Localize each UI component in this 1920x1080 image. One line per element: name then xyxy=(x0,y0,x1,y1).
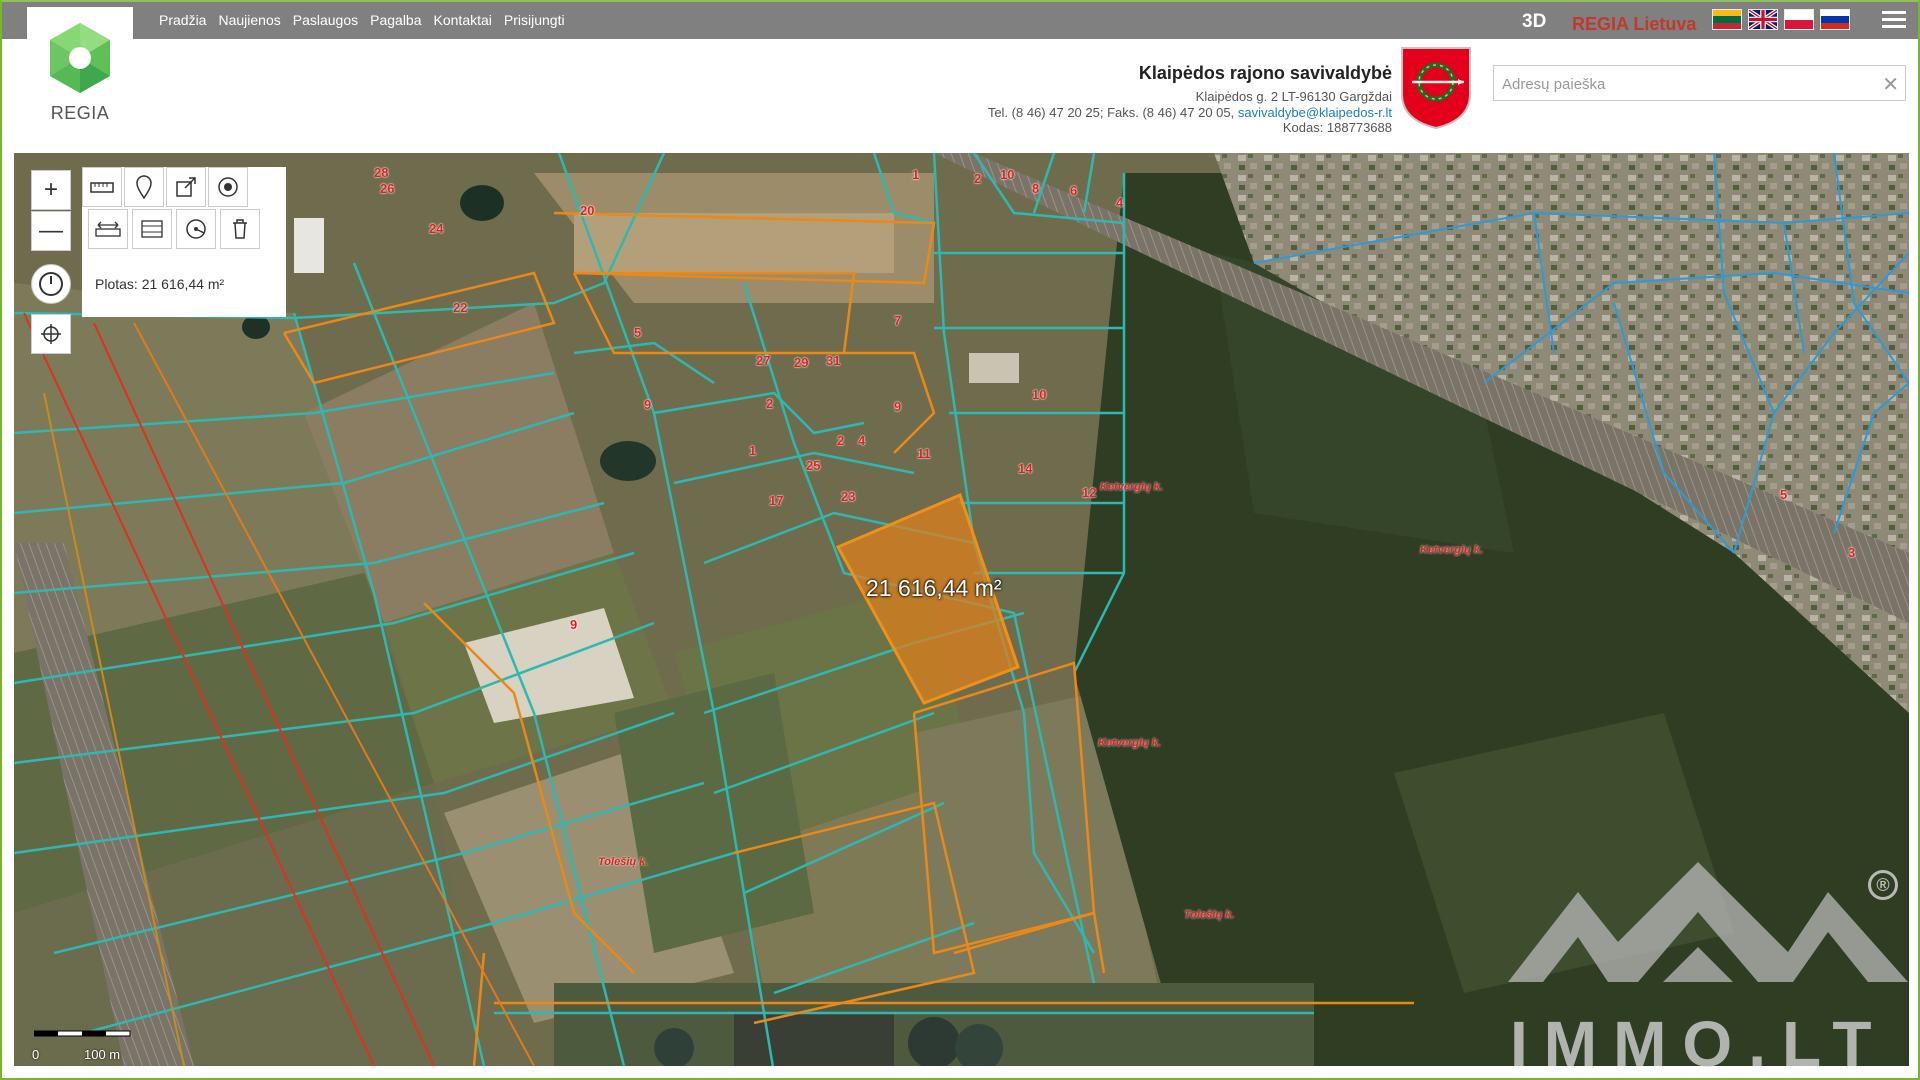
parcel-number: 5 xyxy=(1780,487,1788,502)
parcel-number: 20 xyxy=(580,203,595,218)
parcel-number: 7 xyxy=(894,313,902,328)
place-name: Ketvergių k. xyxy=(1100,481,1163,493)
parcel-number: 23 xyxy=(841,489,856,504)
parcel-number: 1 xyxy=(912,167,920,182)
parcel-number: 8 xyxy=(1032,181,1040,196)
nav-item-prisijungti[interactable]: Prisijungti xyxy=(504,12,565,28)
parcel-number: 4 xyxy=(1116,195,1124,210)
scale-start: 0 xyxy=(32,1047,40,1062)
parcel-number: 5 xyxy=(634,325,642,340)
share-icon[interactable] xyxy=(166,167,206,207)
selected-area-label: 21 616,44 m² xyxy=(866,575,1002,601)
zoom-in-button[interactable]: + xyxy=(31,170,71,210)
regia-logo-icon xyxy=(50,23,110,93)
point-icon[interactable] xyxy=(208,167,248,207)
parcel-number: 10 xyxy=(1000,167,1015,182)
gb-flag-icon[interactable] xyxy=(1748,9,1778,30)
crosshair-icon[interactable] xyxy=(31,314,71,354)
logo-text: REGIA xyxy=(50,103,110,123)
parcel-number: 27 xyxy=(756,353,771,368)
main-nav: Pradžia Naujienos Paslaugos Pagalba Kont… xyxy=(159,12,565,28)
parcel-number: 11 xyxy=(917,446,931,461)
measure-distance-icon[interactable] xyxy=(88,209,128,249)
scale-end: 100 m xyxy=(84,1047,121,1062)
parcel-number: 29 xyxy=(794,355,809,370)
regia-logo[interactable]: REGIA xyxy=(27,7,133,135)
parcel-number: 25 xyxy=(806,458,821,473)
municipality-contacts: Tel. (8 46) 47 20 25; Faks. (8 46) 47 20… xyxy=(988,105,1392,120)
parcel-number: 9 xyxy=(570,617,578,632)
map-pin-icon[interactable] xyxy=(124,167,164,207)
municipality-address: Klaipėdos g. 2 LT-96130 Gargždai xyxy=(1195,89,1392,104)
municipality-title: Klaipėdos rajono savivaldybė xyxy=(1138,63,1392,83)
parcel-number: 1 xyxy=(749,443,757,458)
nav-item-pradzia[interactable]: Pradžia xyxy=(159,12,206,28)
place-name: Tolešių k. xyxy=(1184,909,1235,921)
place-name: Tolešių k. xyxy=(598,856,649,868)
nav-item-paslaugos[interactable]: Paslaugos xyxy=(293,12,358,28)
nav-item-pagalba[interactable]: Pagalba xyxy=(370,12,421,28)
parcel-number: 12 xyxy=(1082,485,1097,500)
phone-fax-text: Tel. (8 46) 47 20 25; Faks. (8 46) 47 20… xyxy=(987,105,1235,120)
parcel-number: 2 xyxy=(974,171,982,186)
nav-item-kontaktai[interactable]: Kontaktai xyxy=(434,12,492,28)
nav-item-naujienos[interactable]: Naujienos xyxy=(218,12,280,28)
registered-mark: ® xyxy=(1868,870,1898,900)
parcel-number: 28 xyxy=(374,165,389,180)
place-name: Ketvergių k. xyxy=(1420,544,1483,556)
email-link[interactable]: savivaldybe@klaipedos-r.lt xyxy=(1238,105,1392,120)
parcel-number: 2 xyxy=(837,433,845,448)
parcel-number: 22 xyxy=(453,300,468,315)
lt-flag-icon[interactable] xyxy=(1712,9,1742,30)
trash-icon[interactable] xyxy=(220,209,260,249)
address-search[interactable]: ✕ xyxy=(1493,65,1906,102)
ruler-icon[interactable] xyxy=(82,167,122,207)
parcel-number: 4 xyxy=(858,433,866,448)
parcel-number: 9 xyxy=(644,397,652,412)
parcel-number: 31 xyxy=(826,353,841,368)
municipality-code: Kodas: 188773688 xyxy=(1282,120,1392,135)
parcel-number: 24 xyxy=(429,221,444,236)
parcel-number: 10 xyxy=(1032,387,1047,402)
coat-of-arms-icon xyxy=(1401,47,1471,130)
pl-flag-icon[interactable] xyxy=(1784,9,1814,30)
parcel-number: 14 xyxy=(1018,461,1033,476)
measure-area-icon[interactable] xyxy=(132,209,172,249)
ru-flag-icon[interactable] xyxy=(1820,9,1850,30)
parcel-number: 3 xyxy=(1848,545,1856,560)
parcel-number: 2 xyxy=(766,396,774,411)
3d-button[interactable]: 3D xyxy=(1522,11,1546,33)
history-icon[interactable] xyxy=(31,264,71,304)
regia-country-link[interactable]: REGIA Lietuva xyxy=(1572,14,1696,35)
clear-icon[interactable]: ✕ xyxy=(1882,72,1899,97)
parcel-number: 26 xyxy=(380,181,395,196)
hamburger-icon[interactable] xyxy=(1882,11,1906,31)
app-frame: REGIA Pradžia Naujienos Paslaugos Pagalb… xyxy=(0,0,1920,1080)
search-input[interactable] xyxy=(1494,66,1864,102)
zoom-out-button[interactable]: — xyxy=(31,211,71,251)
scale-bar xyxy=(34,1030,131,1037)
parcel-number: 17 xyxy=(769,493,784,508)
parcel-number: 9 xyxy=(894,399,902,414)
area-measurement: Plotas: 21 616,44 m² xyxy=(95,276,225,292)
place-name: Ketvergių k. xyxy=(1098,737,1161,749)
watermark-text: IMMO.LT xyxy=(1510,1008,1888,1080)
measure-circle-icon[interactable] xyxy=(176,209,216,249)
parcel-number: 6 xyxy=(1070,183,1078,198)
